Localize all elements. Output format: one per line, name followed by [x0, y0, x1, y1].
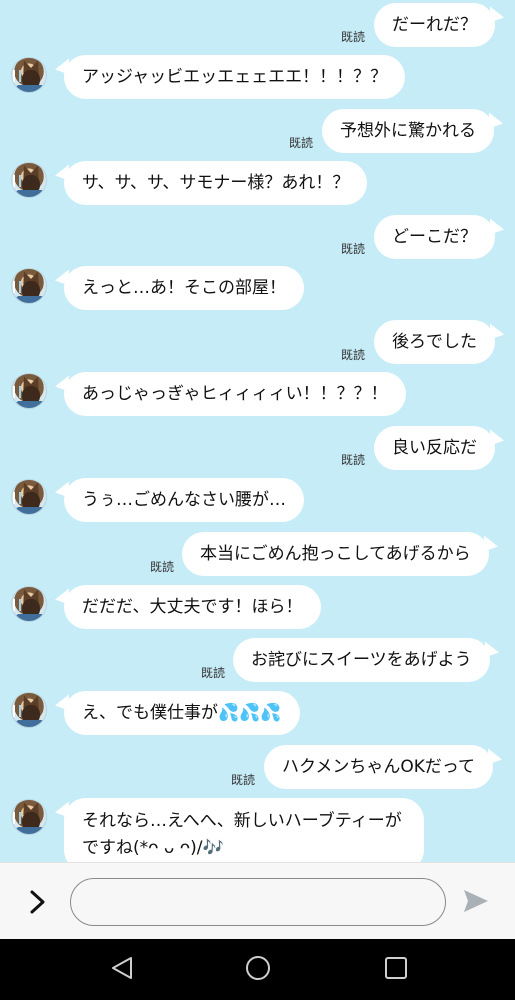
read-receipt: 既読	[231, 773, 256, 787]
nav-home-icon[interactable]	[245, 955, 271, 981]
avatar[interactable]	[11, 57, 47, 93]
message-bubble-sent[interactable]: どーこだ？	[374, 215, 495, 259]
read-receipt: 既読	[150, 560, 175, 574]
read-receipt: 既読	[341, 348, 366, 362]
message-bubble-received[interactable]: え、でも僕仕事が💦💦💦	[64, 691, 300, 735]
read-receipt: 既読	[341, 242, 366, 256]
avatar[interactable]	[11, 162, 47, 198]
message-input[interactable]	[70, 878, 446, 926]
read-receipt: 既読	[201, 666, 226, 680]
message-bubble-sent[interactable]: 予想外に驚かれる	[322, 109, 494, 153]
read-receipt: 既読	[341, 453, 366, 467]
message-bubble-sent[interactable]: お詫びにスイーツをあげよう	[233, 638, 490, 682]
nav-recent-icon[interactable]	[384, 956, 408, 980]
system-navigation-bar	[0, 939, 515, 1000]
message-bubble-sent[interactable]: だーれだ？	[374, 3, 495, 47]
message-bubble-received[interactable]: それなら…えへへ、新しいハーブティーがですね(*ᴖ ᴗ ᴖ)/🎶	[64, 798, 424, 862]
nav-back-icon[interactable]	[110, 955, 134, 981]
message-bubble-received[interactable]: えっと…あ！そこの部屋！	[64, 266, 304, 310]
avatar[interactable]	[11, 373, 47, 409]
message-bubble-received[interactable]: だだだ、大丈夫です！ほら！	[64, 585, 321, 629]
message-bubble-received[interactable]: あっじゃっぎゃヒィィィィい！！？？！	[64, 372, 406, 416]
chat-area[interactable]: 既読 だーれだ？ アッジャッビエッエェェエエ！！！？？ 既読 予想外に驚かれる …	[0, 0, 515, 862]
message-bubble-received[interactable]: うぅ…ごめんなさい腰が…	[64, 478, 304, 522]
message-bubble-received[interactable]: サ、サ、サ、サモナー様？あれ！？	[64, 161, 368, 205]
avatar[interactable]	[11, 268, 47, 304]
avatar[interactable]	[11, 479, 47, 515]
input-bar	[0, 862, 515, 939]
message-bubble-sent[interactable]: 本当にごめん抱っこしてあげるから	[182, 532, 489, 576]
avatar[interactable]	[11, 799, 47, 835]
read-receipt: 既読	[289, 136, 314, 150]
message-bubble-sent[interactable]: ハクメンちゃんOKだって	[264, 745, 493, 789]
send-icon[interactable]	[462, 887, 490, 915]
avatar[interactable]	[11, 692, 47, 728]
read-receipt: 既読	[341, 30, 366, 44]
message-bubble-sent[interactable]: 後ろでした	[374, 320, 495, 364]
message-bubble-received[interactable]: アッジャッビエッエェェエエ！！！？？	[64, 55, 406, 99]
avatar[interactable]	[11, 586, 47, 622]
message-bubble-sent[interactable]: 良い反応だ	[374, 426, 495, 470]
chevron-right-icon[interactable]	[26, 888, 50, 916]
